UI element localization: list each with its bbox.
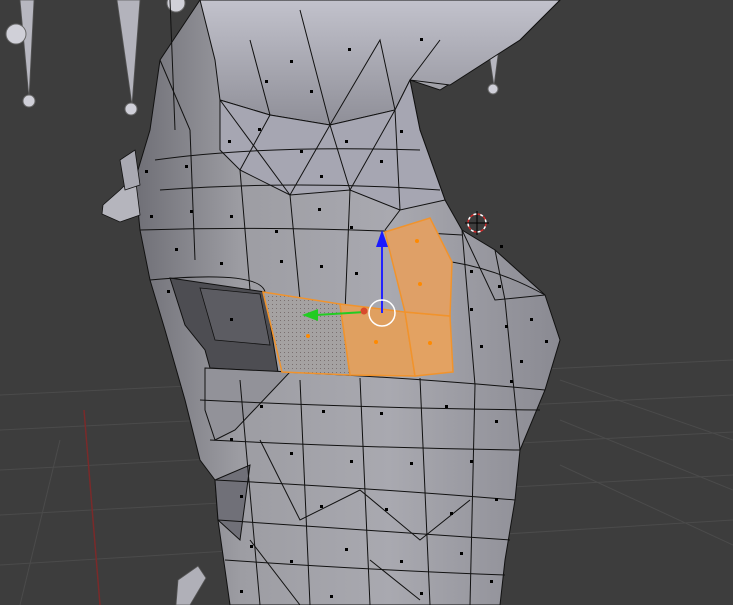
- viewport-canvas[interactable]: [0, 0, 733, 605]
- 3d-viewport[interactable]: [0, 0, 733, 605]
- x-axis-line: [83, 409, 101, 605]
- selected-face-1: [339, 303, 416, 377]
- 3d-cursor-icon[interactable]: [465, 211, 489, 235]
- mesh-upper-rim: [199, 0, 561, 126]
